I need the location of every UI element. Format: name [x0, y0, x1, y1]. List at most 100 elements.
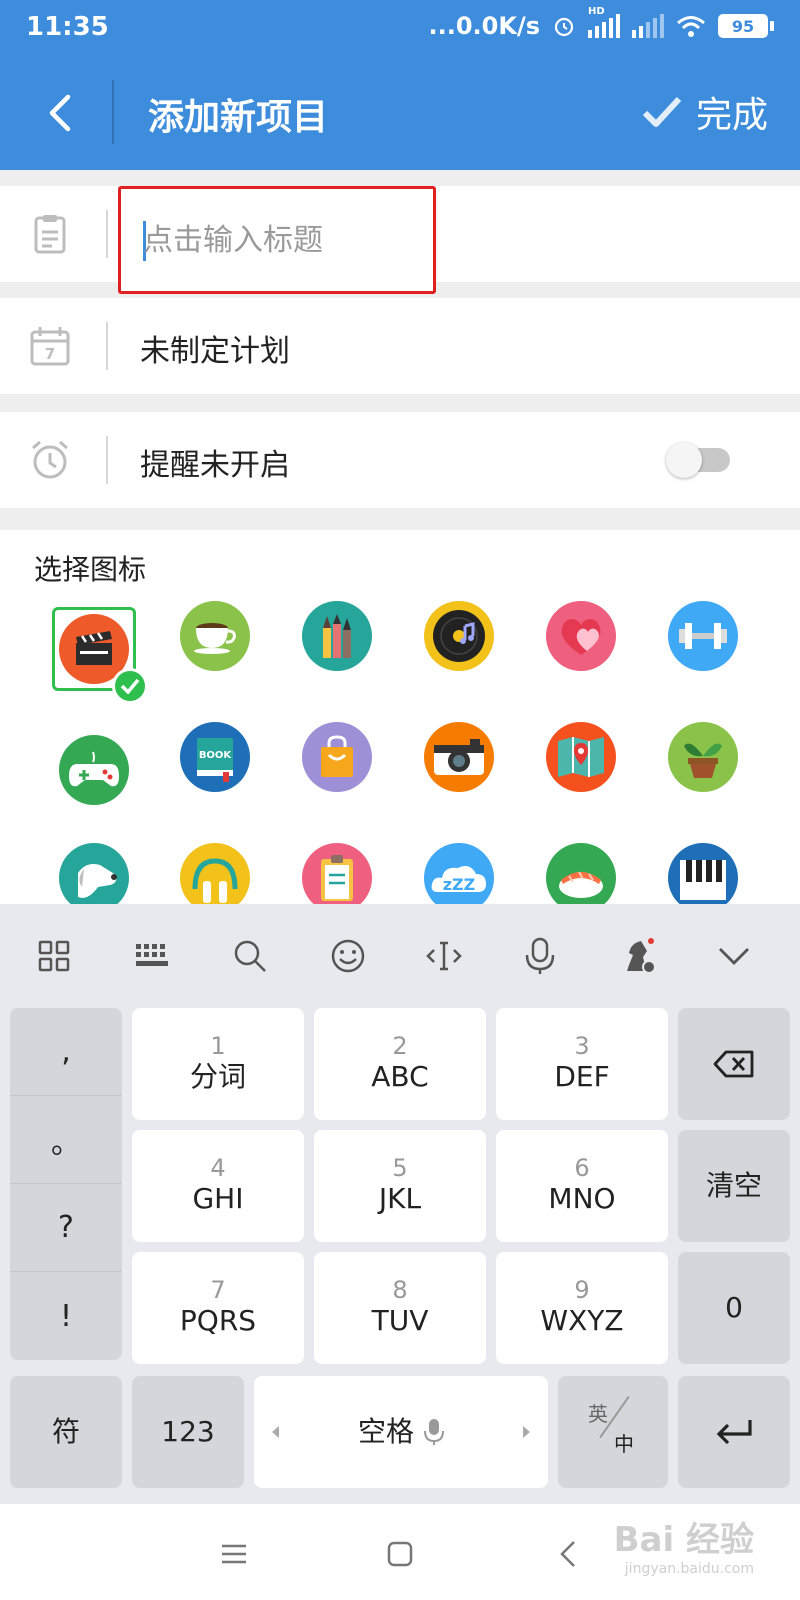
cursor-move-icon[interactable] — [422, 934, 466, 978]
key-9[interactable]: 9 WXYZ — [496, 1252, 668, 1364]
hd-signal-icon: HD — [588, 6, 620, 38]
plant-icon[interactable] — [668, 722, 738, 792]
key-number: 5 — [392, 1153, 408, 1182]
key-label: DEF — [554, 1060, 610, 1093]
numbers-key[interactable]: 123 — [132, 1376, 244, 1488]
plan-row[interactable]: 7 未制定计划 — [0, 298, 800, 394]
backspace-key[interactable] — [678, 1008, 790, 1120]
key-1[interactable]: 1 分词 — [132, 1008, 304, 1120]
search-icon[interactable] — [228, 934, 272, 978]
system-nav-bar: Bai 经验 jingyan.baidu.com — [0, 1504, 800, 1600]
headphones-icon[interactable] — [180, 843, 250, 913]
sleep-label: zZZ — [443, 875, 476, 894]
key-number: 1 — [210, 1031, 226, 1060]
space-label: 空格 — [357, 1414, 414, 1448]
calendar-day: 7 — [45, 345, 55, 363]
status-time: 11:35 — [26, 12, 109, 42]
key-3[interactable]: 3 DEF — [496, 1008, 668, 1120]
key-5[interactable]: 5 JKL — [314, 1130, 486, 1242]
key-7[interactable]: 7 PQRS — [132, 1252, 304, 1364]
shopping-bag-icon[interactable] — [302, 722, 372, 792]
clipboard-icon — [34, 215, 66, 254]
space-key[interactable]: 空格 — [254, 1376, 548, 1488]
grid-icon[interactable] — [32, 934, 76, 978]
watermark: Bai 经验 jingyan.baidu.com — [614, 1512, 754, 1577]
cursor-left-icon — [272, 1426, 279, 1438]
zero-key[interactable]: 0 — [678, 1252, 790, 1364]
key-number: 2 — [392, 1031, 408, 1060]
dumbbell-icon[interactable] — [668, 601, 738, 671]
key-label: JKL — [378, 1182, 422, 1215]
keyboard-icon[interactable] — [130, 934, 174, 978]
emoji-icon[interactable] — [326, 934, 370, 978]
calendar-icon: 7 — [30, 327, 70, 366]
menu-icon[interactable] — [214, 1534, 254, 1574]
punctuation-key[interactable]: 。 — [10, 1096, 122, 1184]
key-8[interactable]: 8 TUV — [314, 1252, 486, 1364]
collapse-chevron-icon[interactable] — [712, 934, 756, 978]
title-input-highlight — [118, 186, 436, 294]
back-button[interactable] — [30, 78, 90, 148]
row-divider — [106, 210, 108, 258]
camera-icon[interactable] — [424, 722, 494, 792]
language-switch-key[interactable]: 英 中 — [558, 1376, 668, 1488]
title-input[interactable] — [143, 215, 423, 265]
clear-key[interactable]: 清空 — [678, 1130, 790, 1242]
symbol-label: 符 — [51, 1414, 80, 1448]
zero-label: 0 — [725, 1290, 743, 1324]
clipboard-icon[interactable] — [302, 843, 372, 913]
key-number: 8 — [392, 1275, 408, 1304]
cursor-right-icon — [523, 1426, 530, 1438]
numbers-label: 123 — [161, 1414, 215, 1448]
watermark-text: Bai 经验 — [613, 1520, 754, 1560]
key-label: GHI — [192, 1182, 244, 1215]
app-header: 添加新项目 完成 — [0, 56, 800, 170]
dog-icon[interactable] — [59, 843, 129, 913]
sleep-icon[interactable]: zZZ — [424, 843, 494, 913]
gamepad-icon[interactable] — [59, 735, 129, 805]
vinyl-record-icon[interactable] — [424, 601, 494, 671]
selected-check-icon — [112, 668, 148, 704]
chess-knight-icon[interactable] — [616, 934, 660, 978]
piano-icon[interactable] — [668, 843, 738, 913]
keyboard: , 。 ? ! 1 分词 2 ABC 3 DEF 4 GHI 5 JKL 6 MNO 7 PQ… — [0, 904, 800, 1504]
hd-label: HD — [588, 6, 605, 17]
key-2[interactable]: 2 ABC — [314, 1008, 486, 1120]
done-label: 完成 — [695, 95, 768, 136]
alarm-icon — [32, 440, 68, 479]
key-number: 6 — [574, 1153, 590, 1182]
book-label: BOOK — [199, 750, 233, 761]
pens-icon[interactable] — [302, 601, 372, 671]
done-button[interactable]: 完成 — [642, 82, 768, 142]
punctuation-key[interactable]: , — [10, 1008, 122, 1096]
punctuation-key[interactable]: ? — [10, 1184, 122, 1272]
key-label: ABC — [371, 1060, 429, 1093]
symbol-key[interactable]: 符 — [10, 1376, 122, 1488]
network-speed: ...0.0K/s — [428, 12, 540, 40]
key-6[interactable]: 6 MNO — [496, 1130, 668, 1242]
key-label: TUV — [371, 1304, 429, 1337]
key-number: 9 — [574, 1275, 590, 1304]
checkmark-icon — [642, 96, 682, 127]
sushi-icon[interactable] — [546, 843, 616, 913]
punctuation-key[interactable]: ! — [10, 1272, 122, 1360]
key-number: 3 — [574, 1031, 590, 1060]
enter-key[interactable] — [678, 1376, 790, 1488]
microphone-icon — [424, 1419, 444, 1445]
key-number: 4 — [210, 1153, 226, 1182]
map-icon[interactable] — [546, 722, 616, 792]
row-divider — [106, 322, 108, 370]
row-divider — [106, 436, 108, 484]
back-nav-icon[interactable] — [548, 1534, 588, 1574]
heart-icon[interactable] — [546, 601, 616, 671]
clear-label: 清空 — [705, 1168, 762, 1202]
toggle-knob — [666, 442, 702, 478]
icon-section-title: 选择图标 — [34, 553, 147, 586]
coffee-cup-icon[interactable] — [180, 601, 250, 671]
book-icon[interactable]: BOOK — [180, 722, 250, 792]
back-arrow-icon — [49, 94, 71, 132]
home-icon[interactable] — [380, 1534, 420, 1574]
key-4[interactable]: 4 GHI — [132, 1130, 304, 1242]
reminder-toggle[interactable] — [666, 442, 730, 478]
microphone-icon[interactable] — [518, 934, 562, 978]
